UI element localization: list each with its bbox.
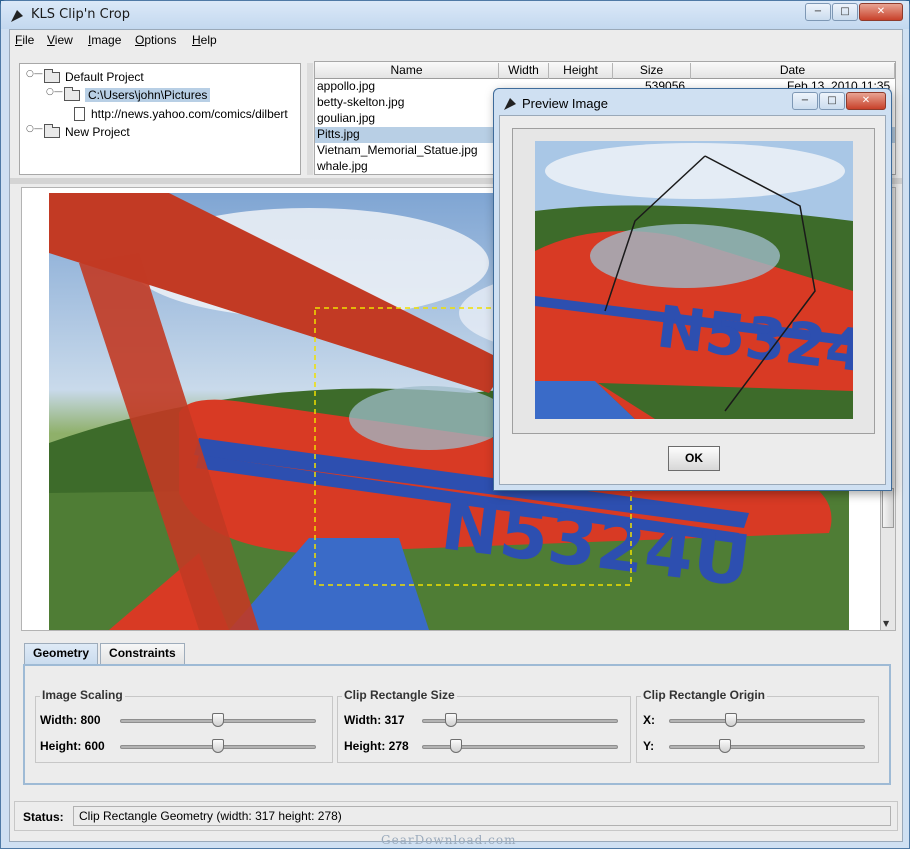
preview-frame: N5324 <box>512 128 875 434</box>
tab-constraints[interactable]: Constraints <box>100 643 185 665</box>
image-scaling-group: Image Scaling Width: 800 Height: 600 <box>35 688 333 763</box>
tree-node-pictures[interactable]: C:\Users\john\Pictures <box>64 86 211 104</box>
table-header: Name Width Height Size Date <box>315 62 895 79</box>
height-label: Height: 278 <box>344 739 409 753</box>
cell-name: Vietnam_Memorial_Statue.jpg <box>317 143 478 157</box>
width-label: Width: 800 <box>40 713 101 727</box>
cell-name: betty-skelton.jpg <box>317 95 405 109</box>
image-height-slider[interactable] <box>120 739 316 753</box>
status-label: Status: <box>23 810 64 824</box>
width-label: Width: 317 <box>344 713 405 727</box>
tree-node-label: C:\Users\john\Pictures <box>85 88 211 102</box>
slider-thumb[interactable] <box>725 713 737 727</box>
clip-origin-group: Clip Rectangle Origin X: Y: <box>636 688 879 763</box>
project-tree[interactable]: ○— Default Project ○— C:\Users\john\Pict… <box>19 63 301 175</box>
tree-node-new-project[interactable]: New Project <box>44 123 130 141</box>
tab-strip: Geometry Constraints <box>24 643 187 665</box>
window-title: KLS Clip'n Crop <box>31 7 130 22</box>
slider-thumb[interactable] <box>719 739 731 753</box>
slider-thumb[interactable] <box>212 713 224 727</box>
menu-file[interactable]: File <box>15 33 34 47</box>
clip-size-group: Clip Rectangle Size Width: 317 Height: 2… <box>337 688 631 763</box>
close-button[interactable]: ✕ <box>859 3 903 21</box>
status-text: Clip Rectangle Geometry (width: 317 heig… <box>73 806 891 826</box>
tree-node-label: http://news.yahoo.com/comics/dilbert <box>91 107 288 121</box>
column-width[interactable]: Width <box>499 63 549 79</box>
image-width-slider[interactable] <box>120 713 316 727</box>
menu-help[interactable]: Help <box>192 33 217 47</box>
expand-toggle-icon[interactable]: ○— <box>46 87 63 97</box>
cell-name: goulian.jpg <box>317 111 376 125</box>
clip-width-slider[interactable] <box>422 713 618 727</box>
column-date[interactable]: Date <box>691 63 895 79</box>
expand-toggle-icon[interactable]: ○— <box>26 124 43 134</box>
group-title: Clip Rectangle Size <box>342 688 457 702</box>
document-icon <box>74 107 85 121</box>
column-size[interactable]: Size <box>613 63 691 79</box>
folder-icon <box>44 123 60 138</box>
height-label: Height: 600 <box>40 739 105 753</box>
app-logo-icon <box>504 98 516 110</box>
origin-y-slider[interactable] <box>669 739 865 753</box>
ok-button[interactable]: OK <box>668 446 720 471</box>
preview-image-dialog: Preview Image − □ ✕ N5324 OK <box>493 88 892 491</box>
cell-name: Pitts.jpg <box>317 127 360 141</box>
y-label: Y: <box>643 739 655 753</box>
x-label: X: <box>643 713 655 727</box>
app-logo-icon <box>11 10 23 22</box>
menu-image[interactable]: Image <box>88 33 121 47</box>
scrollbar-thumb[interactable] <box>882 488 894 528</box>
maximize-button[interactable]: □ <box>832 3 858 21</box>
dialog-body: N5324 OK <box>499 115 886 485</box>
slider-thumb[interactable] <box>212 739 224 753</box>
dialog-minimize-button[interactable]: − <box>792 92 818 110</box>
column-name[interactable]: Name <box>315 63 499 79</box>
status-bar: Status: Clip Rectangle Geometry (width: … <box>14 801 898 831</box>
group-title: Clip Rectangle Origin <box>641 688 768 702</box>
vertical-splitter[interactable] <box>307 63 313 175</box>
scroll-down-arrow-icon[interactable]: ▼ <box>883 619 889 628</box>
menu-bar: File View Image Options Help <box>10 30 902 52</box>
origin-x-slider[interactable] <box>669 713 865 727</box>
cell-name: whale.jpg <box>317 159 368 173</box>
tree-node-label: New Project <box>65 125 130 139</box>
clip-height-slider[interactable] <box>422 739 618 753</box>
menu-options[interactable]: Options <box>135 33 176 47</box>
folder-icon <box>64 86 80 101</box>
tab-geometry[interactable]: Geometry <box>24 643 99 665</box>
watermark-text: GearDownload.com <box>381 833 517 847</box>
dialog-close-button[interactable]: ✕ <box>846 92 886 110</box>
geometry-panel: Image Scaling Width: 800 Height: 600 Cli… <box>23 664 891 785</box>
slider-thumb[interactable] <box>450 739 462 753</box>
tree-node-label: Default Project <box>65 70 144 84</box>
title-bar[interactable]: KLS Clip'n Crop − □ ✕ <box>1 1 909 29</box>
dialog-title: Preview Image <box>522 96 608 111</box>
minimize-button[interactable]: − <box>805 3 831 21</box>
cell-name: appollo.jpg <box>317 79 376 93</box>
group-title: Image Scaling <box>40 688 125 702</box>
slider-thumb[interactable] <box>445 713 457 727</box>
dialog-maximize-button[interactable]: □ <box>819 92 845 110</box>
tree-node-default-project[interactable]: Default Project <box>44 68 144 86</box>
folder-icon <box>44 68 60 83</box>
menu-view[interactable]: View <box>47 33 73 47</box>
tree-node-dilbert-url[interactable]: http://news.yahoo.com/comics/dilbert <box>74 105 288 123</box>
cropped-preview-image: N5324 <box>535 141 853 419</box>
expand-toggle-icon[interactable]: ○— <box>26 69 43 79</box>
column-height[interactable]: Height <box>549 63 613 79</box>
